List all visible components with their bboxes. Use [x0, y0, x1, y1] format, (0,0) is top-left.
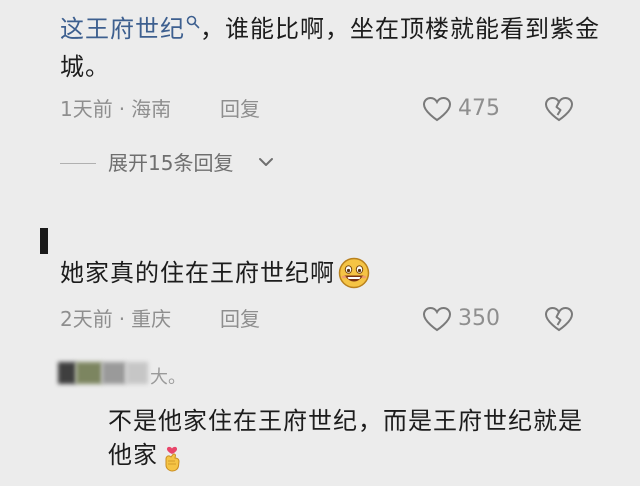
comment-feed: 这王府世纪 ，谁能比啊，坐在顶楼就能看到紫金城。 1天前 · 海南 回复 475 展开…	[0, 0, 640, 486]
comment-1-meta: 1天前 · 海南 回复	[60, 94, 260, 124]
comment-1-text: 这王府世纪 ，谁能比啊，坐在顶楼就能看到紫金城。	[60, 10, 600, 86]
expand-replies-label: 展开15条回复	[108, 151, 234, 175]
broken-heart-icon[interactable]	[544, 96, 574, 122]
comment-2-like-button[interactable]: 350	[422, 304, 512, 334]
comment-2-meta: 2天前 · 重庆 回复	[60, 304, 260, 334]
finger-heart-emoji	[165, 446, 180, 472]
left-edge-mark	[40, 228, 48, 254]
comment-2-reply-button[interactable]: 回复	[220, 304, 260, 334]
comment-1-like-button[interactable]: 475	[422, 94, 512, 124]
heart-outline-icon	[422, 306, 452, 332]
comment-2-body: 她家真的住在王府世纪啊	[60, 259, 335, 287]
search-icon[interactable]	[186, 15, 200, 29]
expand-divider	[60, 163, 96, 164]
grinning-face-emoji	[338, 257, 370, 289]
comment-1-location: 海南	[131, 97, 172, 121]
reply-text: 不是他家住在王府世纪，而是王府世纪就是他家	[108, 404, 588, 472]
chevron-down-icon	[259, 158, 273, 166]
comment-1-link[interactable]: 这王府世纪	[60, 15, 185, 43]
comment-2-time: 2天前	[60, 307, 113, 331]
comment-1-reply-button[interactable]: 回复	[220, 94, 260, 124]
comment-1-like-count: 475	[458, 96, 500, 121]
comment-1-time: 1天前	[60, 97, 113, 121]
comment-2-like-count: 350	[458, 306, 500, 331]
comment-2-text: 她家真的住在王府世纪啊	[60, 254, 371, 292]
reply-author-name[interactable]: 大。	[150, 366, 186, 390]
broken-heart-icon[interactable]	[544, 306, 574, 332]
heart-outline-icon	[422, 96, 452, 122]
comment-2-location: 重庆	[131, 307, 172, 331]
